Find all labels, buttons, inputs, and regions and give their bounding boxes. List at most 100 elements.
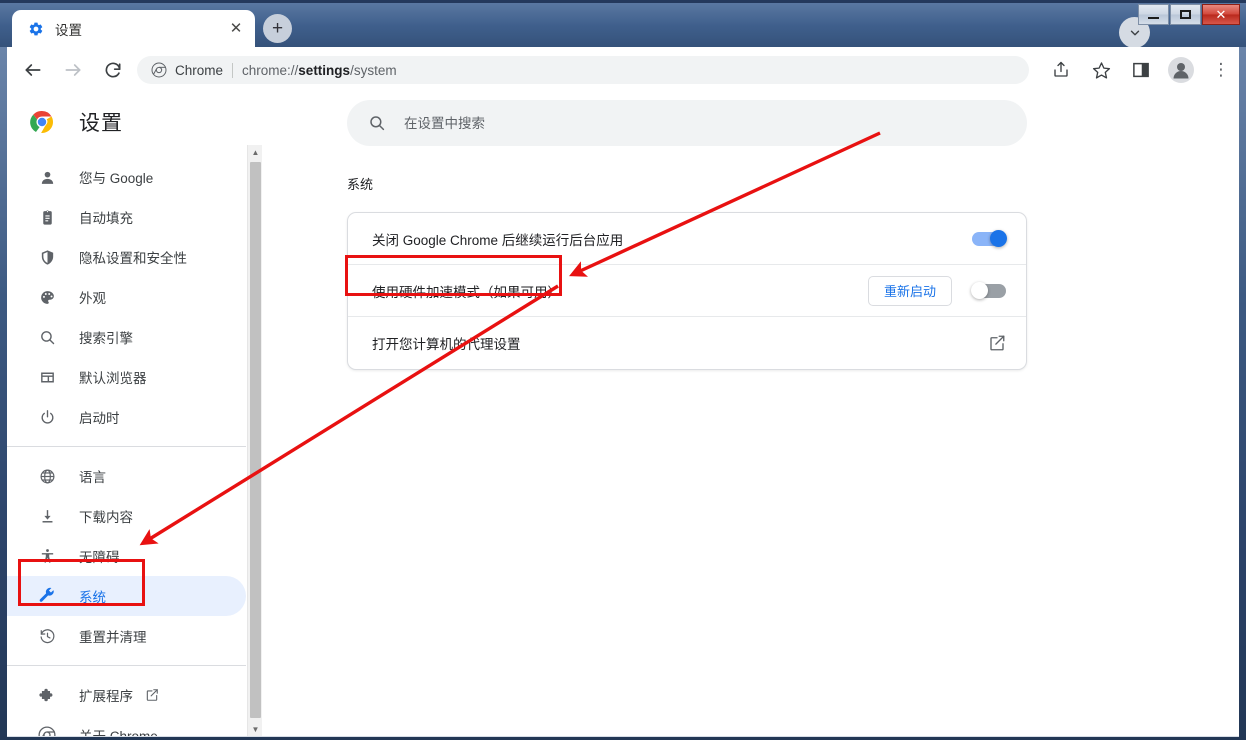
side-panel-button[interactable] (1127, 56, 1155, 84)
side-panel-icon (1133, 62, 1149, 78)
profile-icon (1168, 57, 1194, 83)
share-button[interactable] (1047, 56, 1075, 84)
tab-title: 设置 (55, 22, 82, 38)
url-bold-segment: settings (298, 62, 351, 78)
tab-settings[interactable]: 设置 ✕ (12, 10, 255, 47)
bookmark-button[interactable] (1087, 56, 1115, 84)
sidebar-item-label: 隐私设置和安全性 (79, 251, 187, 266)
background-apps-toggle[interactable] (972, 229, 1007, 247)
setting-label: 打开您计算机的代理设置 (372, 337, 521, 352)
relaunch-button[interactable]: 重新启动 (867, 275, 952, 306)
address-bar[interactable]: Chrome chrome://settings/system (137, 56, 1029, 84)
maximize-icon (1180, 10, 1191, 19)
sidebar-item-label: 语言 (79, 470, 106, 485)
omnibox-scheme-label: Chrome (175, 62, 224, 78)
chrome-icon (37, 725, 57, 736)
shield-icon (37, 247, 57, 267)
sidebar-item-label: 关于 Chrome (79, 729, 158, 737)
setting-control (972, 229, 1007, 247)
sidebar-item-about-chrome[interactable]: 关于 Chrome (7, 715, 246, 737)
browser-toolbar: Chrome chrome://settings/system ⋮ (7, 47, 1239, 93)
toggle-knob (990, 229, 1007, 247)
search-input[interactable] (404, 115, 964, 131)
chrome-logo-glyph (151, 62, 167, 78)
sidebar-item-label: 扩展程序 (79, 689, 133, 704)
globe-icon (37, 466, 57, 486)
forward-button[interactable] (59, 56, 87, 84)
new-tab-button[interactable]: + (263, 14, 292, 43)
toggle-knob (971, 281, 988, 299)
sidebar-item-appearance[interactable]: 外观 (7, 277, 246, 317)
scroll-up-arrow-icon[interactable]: ▲ (248, 145, 263, 160)
sidebar-item-you-and-google[interactable]: 您与 Google (7, 157, 246, 197)
sidebar-item-extensions[interactable]: 扩展程序 (7, 675, 246, 715)
settings-sidebar: 设置 您与 Google 自动填充 隐私设置和安全性 外观 搜索引擎 默认浏览器… (7, 93, 263, 737)
chrome-logo-glyph (38, 726, 56, 736)
settings-page: 设置 您与 Google 自动填充 隐私设置和安全性 外观 搜索引擎 默认浏览器… (7, 93, 1239, 737)
reload-button[interactable] (99, 56, 127, 84)
sidebar-item-label: 启动时 (79, 411, 120, 426)
sidebar-item-system[interactable]: 系统 (7, 576, 246, 616)
sidebar-item-label: 搜索引擎 (79, 331, 133, 346)
sidebar-divider (7, 665, 246, 666)
section-heading: 系统 (347, 177, 374, 192)
sidebar-item-label: 自动填充 (79, 211, 133, 226)
setting-row-hardware-acceleration[interactable]: 使用硬件加速模式（如果可用） 重新启动 (348, 265, 1026, 317)
three-dots-icon: ⋮ (1212, 59, 1230, 79)
plus-icon: + (271, 18, 284, 39)
sidebar-item-privacy-security[interactable]: 隐私设置和安全性 (7, 237, 246, 277)
setting-row-background-apps[interactable]: 关闭 Google Chrome 后继续运行后台应用 (348, 213, 1026, 265)
star-icon (1092, 61, 1110, 79)
sidebar-item-search-engine[interactable]: 搜索引擎 (7, 317, 246, 357)
hardware-acceleration-toggle[interactable] (971, 281, 1006, 299)
tab-close-icon[interactable]: ✕ (226, 19, 246, 39)
close-window-button[interactable]: ✕ (1202, 4, 1240, 25)
arrow-left-icon (25, 64, 41, 76)
browser-window-icon (37, 367, 57, 387)
setting-row-proxy-settings[interactable]: 打开您计算机的代理设置 (348, 317, 1026, 369)
minimize-button[interactable] (1138, 4, 1169, 25)
history-icon (37, 626, 57, 646)
chrome-logo-glyph (30, 110, 53, 133)
sidebar-item-accessibility[interactable]: 无障碍 (7, 536, 246, 576)
sidebar-item-label: 默认浏览器 (79, 371, 147, 386)
chrome-icon (30, 110, 54, 134)
window-caption-buttons: ✕ (1137, 4, 1240, 26)
search-icon (367, 113, 387, 133)
sidebar-scrollbar[interactable]: ▲ ▼ (247, 145, 263, 736)
setting-label: 使用硬件加速模式（如果可用） (372, 284, 561, 300)
gear-icon (28, 21, 44, 37)
sidebar-item-reset-cleanup[interactable]: 重置并清理 (7, 616, 246, 656)
search-box[interactable] (347, 100, 1027, 146)
sidebar-item-label: 无障碍 (79, 550, 120, 565)
share-icon (1054, 61, 1068, 77)
sidebar-item-on-startup[interactable]: 启动时 (7, 397, 246, 437)
profile-button[interactable] (1167, 56, 1195, 84)
url-suffix: /system (350, 62, 397, 78)
sidebar-item-label: 下载内容 (79, 510, 133, 525)
maximize-button[interactable] (1170, 4, 1201, 25)
settings-header: 设置 (7, 93, 262, 151)
sidebar-item-label: 外观 (79, 291, 106, 306)
chrome-menu-button[interactable]: ⋮ (1207, 56, 1235, 84)
sidebar-nav: 您与 Google 自动填充 隐私设置和安全性 外观 搜索引擎 默认浏览器 启动… (7, 151, 262, 737)
reload-icon (105, 62, 121, 78)
sidebar-item-downloads[interactable]: 下载内容 (7, 496, 246, 536)
sidebar-item-label: 系统 (79, 590, 106, 605)
palette-icon (37, 287, 57, 307)
wrench-icon (37, 586, 57, 606)
sidebar-item-label: 您与 Google (79, 171, 154, 186)
sidebar-divider (7, 446, 246, 447)
sidebar-item-languages[interactable]: 语言 (7, 456, 246, 496)
back-button[interactable] (19, 56, 47, 84)
sidebar-item-default-browser[interactable]: 默认浏览器 (7, 357, 246, 397)
minimize-icon (1148, 17, 1159, 19)
puzzle-icon (37, 685, 57, 705)
sidebar-item-autofill[interactable]: 自动填充 (7, 197, 246, 237)
setting-label: 关闭 Google Chrome 后继续运行后台应用 (372, 232, 624, 248)
external-link-icon[interactable] (988, 334, 1006, 352)
scrollbar-thumb[interactable] (250, 162, 261, 718)
close-icon: ✕ (1215, 6, 1227, 22)
scroll-down-arrow-icon[interactable]: ▼ (248, 722, 263, 736)
download-icon (37, 506, 57, 526)
